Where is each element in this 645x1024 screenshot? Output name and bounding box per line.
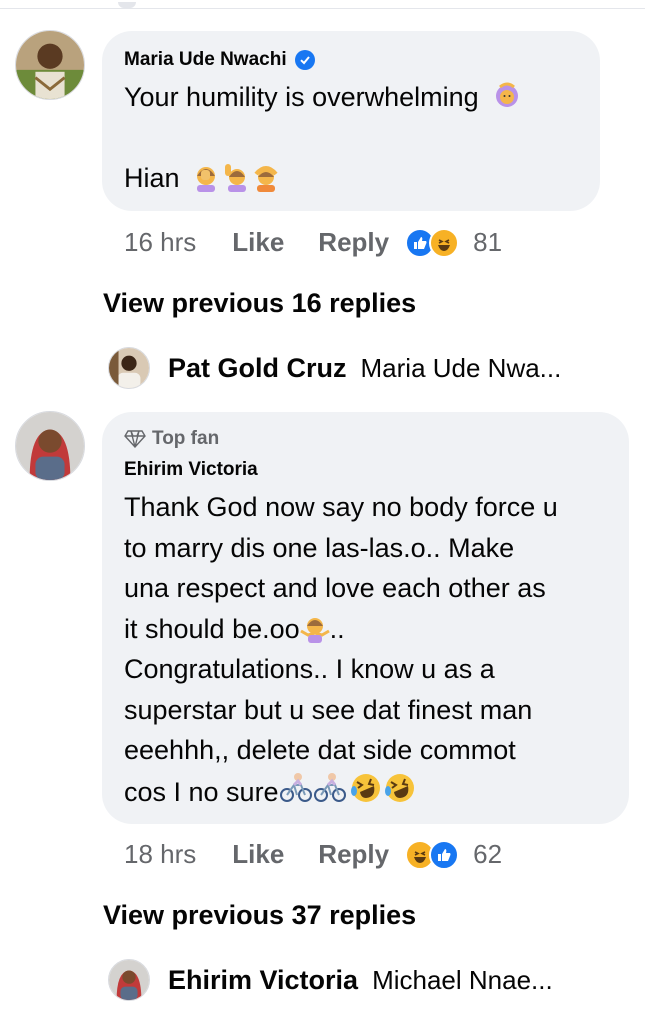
comment-actions: 16 hrs Like Reply 81	[124, 227, 502, 258]
comment-text-line: superstar but u see dat finest man	[124, 694, 533, 725]
person-raising-hands-icon	[496, 82, 519, 107]
comment-text-line: it should be.oo ..	[124, 613, 345, 644]
view-previous-replies-link[interactable]: View previous 37 replies	[103, 900, 416, 931]
top-fan-badge: Top fan	[124, 428, 219, 450]
author-name[interactable]: Maria Ude Nwachi	[124, 49, 287, 71]
like-reaction-icon	[429, 839, 460, 870]
facepalm-icon	[197, 167, 216, 192]
comment-timestamp[interactable]: 18 hrs	[124, 839, 196, 870]
hands-on-head-icon	[254, 166, 278, 192]
view-previous-replies-link[interactable]: View previous 16 replies	[103, 288, 416, 319]
reply-snippet: Michael Nnae...	[372, 964, 553, 995]
cyclist-icon	[313, 772, 346, 802]
comment-text-line: cos I no sure	[124, 771, 417, 813]
comment-text-line: Thank God now say no body force u	[124, 492, 558, 522]
avatar[interactable]	[15, 30, 85, 100]
avatar-photo	[16, 412, 84, 480]
avatar-photo	[109, 960, 149, 1000]
like-button[interactable]: Like	[232, 839, 284, 870]
avatar[interactable]	[15, 411, 85, 481]
avatar-photo	[109, 348, 149, 388]
cyclist-icon	[279, 772, 312, 802]
shrugging-woman-icon	[299, 617, 330, 643]
top-divider	[0, 8, 645, 9]
author-name[interactable]: Ehirim Victoria	[124, 459, 258, 481]
reply-button[interactable]: Reply	[318, 227, 389, 258]
reply-button[interactable]: Reply	[318, 839, 389, 870]
comment-author[interactable]: Ehirim Victoria	[124, 459, 258, 481]
comment-text-line: eeehhh,, delete dat side commot	[124, 735, 516, 765]
latest-reply-preview[interactable]: Pat Gold Cruz Maria Ude Nwa...	[108, 347, 561, 389]
comment-text-line: Congratulations.. I know u as a	[124, 654, 495, 684]
badge-label: Top fan	[152, 428, 220, 449]
comment-text-line: Your humility is overwhelming	[124, 77, 522, 118]
comment-text-line: una respect and love each other as	[124, 573, 546, 603]
comment-author[interactable]: Maria Ude Nwachi	[124, 49, 315, 71]
haha-reaction-icon	[429, 227, 460, 258]
reply-snippet: Maria Ude Nwa...	[360, 352, 562, 383]
verified-badge-icon	[294, 50, 315, 70]
comment-text-line: to marry dis one las-las.o.. Make	[124, 532, 515, 563]
rolling-laugh-icon	[350, 773, 380, 802]
like-button[interactable]: Like	[232, 227, 284, 258]
avatar[interactable]	[108, 959, 150, 1001]
reactions-summary[interactable]	[405, 227, 460, 258]
raising-hand-icon	[225, 164, 247, 192]
reply-author[interactable]: Ehirim Victoria	[168, 965, 358, 996]
reaction-count[interactable]: 62	[473, 839, 502, 870]
reply-author[interactable]: Pat Gold Cruz	[168, 353, 347, 384]
avatar-photo	[16, 31, 84, 99]
reactions-summary[interactable]	[405, 839, 460, 870]
diamond-icon	[124, 430, 146, 448]
reaction-count[interactable]: 81	[473, 227, 502, 258]
comment-timestamp[interactable]: 16 hrs	[124, 227, 196, 258]
avatar[interactable]	[108, 347, 150, 389]
latest-reply-preview[interactable]: Ehirim Victoria Michael Nnae...	[108, 959, 553, 1001]
comment-text-line: Hian	[124, 158, 281, 199]
rolling-laugh-icon	[384, 773, 414, 802]
comment-actions: 18 hrs Like Reply 62	[124, 839, 502, 870]
